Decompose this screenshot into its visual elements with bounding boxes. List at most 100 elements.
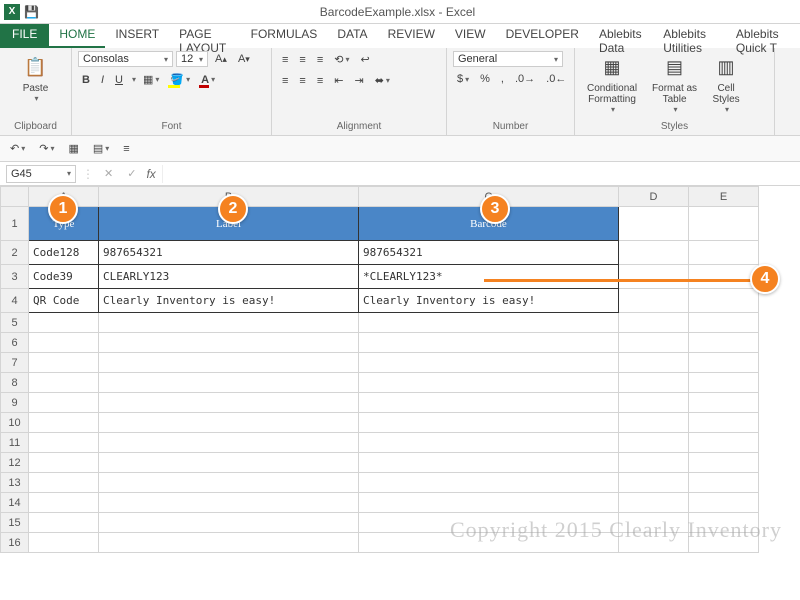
- cell[interactable]: [29, 373, 99, 393]
- bold-button[interactable]: B: [78, 72, 94, 88]
- align-center-icon[interactable]: ≡: [295, 73, 309, 89]
- cell[interactable]: [689, 333, 759, 353]
- qat-save-icon[interactable]: 💾: [24, 5, 39, 19]
- cell[interactable]: [619, 265, 689, 289]
- cancel-formula-icon[interactable]: ✕: [100, 165, 117, 182]
- increase-indent-icon[interactable]: ⇥: [350, 72, 367, 89]
- cell[interactable]: [359, 333, 619, 353]
- row-header[interactable]: 12: [1, 453, 29, 473]
- cell[interactable]: [99, 353, 359, 373]
- format-as-table-button[interactable]: ▤ Format as Table▾: [646, 51, 703, 116]
- cell[interactable]: [99, 493, 359, 513]
- cell[interactable]: [99, 513, 359, 533]
- cell[interactable]: [29, 313, 99, 333]
- cell[interactable]: [99, 413, 359, 433]
- cell[interactable]: [619, 473, 689, 493]
- cell[interactable]: [619, 393, 689, 413]
- cell[interactable]: [99, 373, 359, 393]
- cell[interactable]: [29, 513, 99, 533]
- cell[interactable]: [689, 353, 759, 373]
- cell[interactable]: [619, 333, 689, 353]
- percent-format-icon[interactable]: %: [476, 71, 494, 87]
- redo-icon[interactable]: ↷▾: [35, 140, 58, 157]
- tab-file[interactable]: FILE: [0, 24, 49, 48]
- cell[interactable]: [29, 393, 99, 413]
- cell-styles-button[interactable]: ▥ Cell Styles▾: [706, 51, 746, 116]
- cell-type[interactable]: Code39: [29, 265, 99, 289]
- cell[interactable]: [359, 453, 619, 473]
- qat-customize-icon[interactable]: ≡: [119, 141, 133, 157]
- cell[interactable]: [99, 433, 359, 453]
- italic-button[interactable]: I: [97, 72, 108, 88]
- tab-data[interactable]: DATA: [327, 24, 377, 48]
- cell[interactable]: [359, 393, 619, 413]
- cell[interactable]: [99, 453, 359, 473]
- col-header-d[interactable]: D: [619, 187, 689, 207]
- tab-insert[interactable]: INSERT: [105, 24, 169, 48]
- tab-page-layout[interactable]: PAGE LAYOUT: [169, 24, 241, 48]
- increase-decimal-icon[interactable]: .0→: [511, 71, 539, 87]
- name-box[interactable]: G45▾: [6, 165, 76, 183]
- font-color-button[interactable]: A▾: [197, 72, 219, 88]
- tab-ablebits-quick[interactable]: Ablebits Quick T: [726, 24, 800, 48]
- cell[interactable]: [29, 453, 99, 473]
- tab-developer[interactable]: DEVELOPER: [496, 24, 589, 48]
- cell[interactable]: [619, 453, 689, 473]
- cell[interactable]: [689, 265, 759, 289]
- cell[interactable]: [29, 473, 99, 493]
- cell[interactable]: [359, 373, 619, 393]
- cell[interactable]: [619, 433, 689, 453]
- cell[interactable]: [29, 493, 99, 513]
- cell[interactable]: [29, 433, 99, 453]
- cell[interactable]: [359, 413, 619, 433]
- cell[interactable]: [689, 373, 759, 393]
- decrease-indent-icon[interactable]: ⇤: [330, 72, 347, 89]
- row-header[interactable]: 10: [1, 413, 29, 433]
- tab-home[interactable]: HOME: [49, 24, 105, 48]
- qat-item-icon[interactable]: ▤▾: [89, 140, 113, 157]
- increase-font-icon[interactable]: A▴: [211, 51, 231, 67]
- cell-barcode[interactable]: 987654321: [359, 241, 619, 265]
- cell[interactable]: [619, 207, 689, 241]
- cell[interactable]: [689, 289, 759, 313]
- cell[interactable]: [689, 393, 759, 413]
- cell-type[interactable]: Code128: [29, 241, 99, 265]
- select-all-corner[interactable]: [1, 187, 29, 207]
- accounting-format-icon[interactable]: $▾: [453, 71, 473, 87]
- cell[interactable]: [359, 473, 619, 493]
- row-header[interactable]: 9: [1, 393, 29, 413]
- comma-format-icon[interactable]: ,: [497, 71, 508, 87]
- paste-button[interactable]: 📋 Paste▾: [6, 51, 65, 105]
- cell[interactable]: [689, 453, 759, 473]
- spreadsheet-grid[interactable]: A B C D E 1 Type Label Barcode 2 Code128…: [0, 186, 759, 553]
- cell[interactable]: [619, 353, 689, 373]
- cell[interactable]: [99, 393, 359, 413]
- align-bottom-icon[interactable]: ≡: [313, 52, 327, 68]
- qat-item-icon[interactable]: ▦: [64, 140, 82, 157]
- tab-formulas[interactable]: FORMULAS: [241, 24, 328, 48]
- conditional-formatting-button[interactable]: ▦ Conditional Formatting▾: [581, 51, 643, 116]
- number-format-select[interactable]: General▾: [453, 51, 563, 67]
- row-header[interactable]: 14: [1, 493, 29, 513]
- cell-label[interactable]: 987654321: [99, 241, 359, 265]
- undo-icon[interactable]: ↶▾: [6, 140, 29, 157]
- decrease-decimal-icon[interactable]: .0←: [542, 71, 570, 87]
- cell[interactable]: [99, 473, 359, 493]
- row-header[interactable]: 5: [1, 313, 29, 333]
- cell[interactable]: [619, 373, 689, 393]
- cell[interactable]: [689, 493, 759, 513]
- cell[interactable]: [99, 533, 359, 553]
- align-top-icon[interactable]: ≡: [278, 52, 292, 68]
- cell[interactable]: [689, 433, 759, 453]
- cell[interactable]: [359, 493, 619, 513]
- tab-ablebits-data[interactable]: Ablebits Data: [589, 24, 653, 48]
- cell[interactable]: [29, 413, 99, 433]
- align-left-icon[interactable]: ≡: [278, 73, 292, 89]
- row-header[interactable]: 4: [1, 289, 29, 313]
- underline-button[interactable]: U: [111, 72, 127, 88]
- cell[interactable]: [29, 353, 99, 373]
- fx-icon[interactable]: fx: [146, 167, 155, 181]
- row-header[interactable]: 15: [1, 513, 29, 533]
- row-header[interactable]: 16: [1, 533, 29, 553]
- border-button[interactable]: ▦▾: [139, 71, 163, 88]
